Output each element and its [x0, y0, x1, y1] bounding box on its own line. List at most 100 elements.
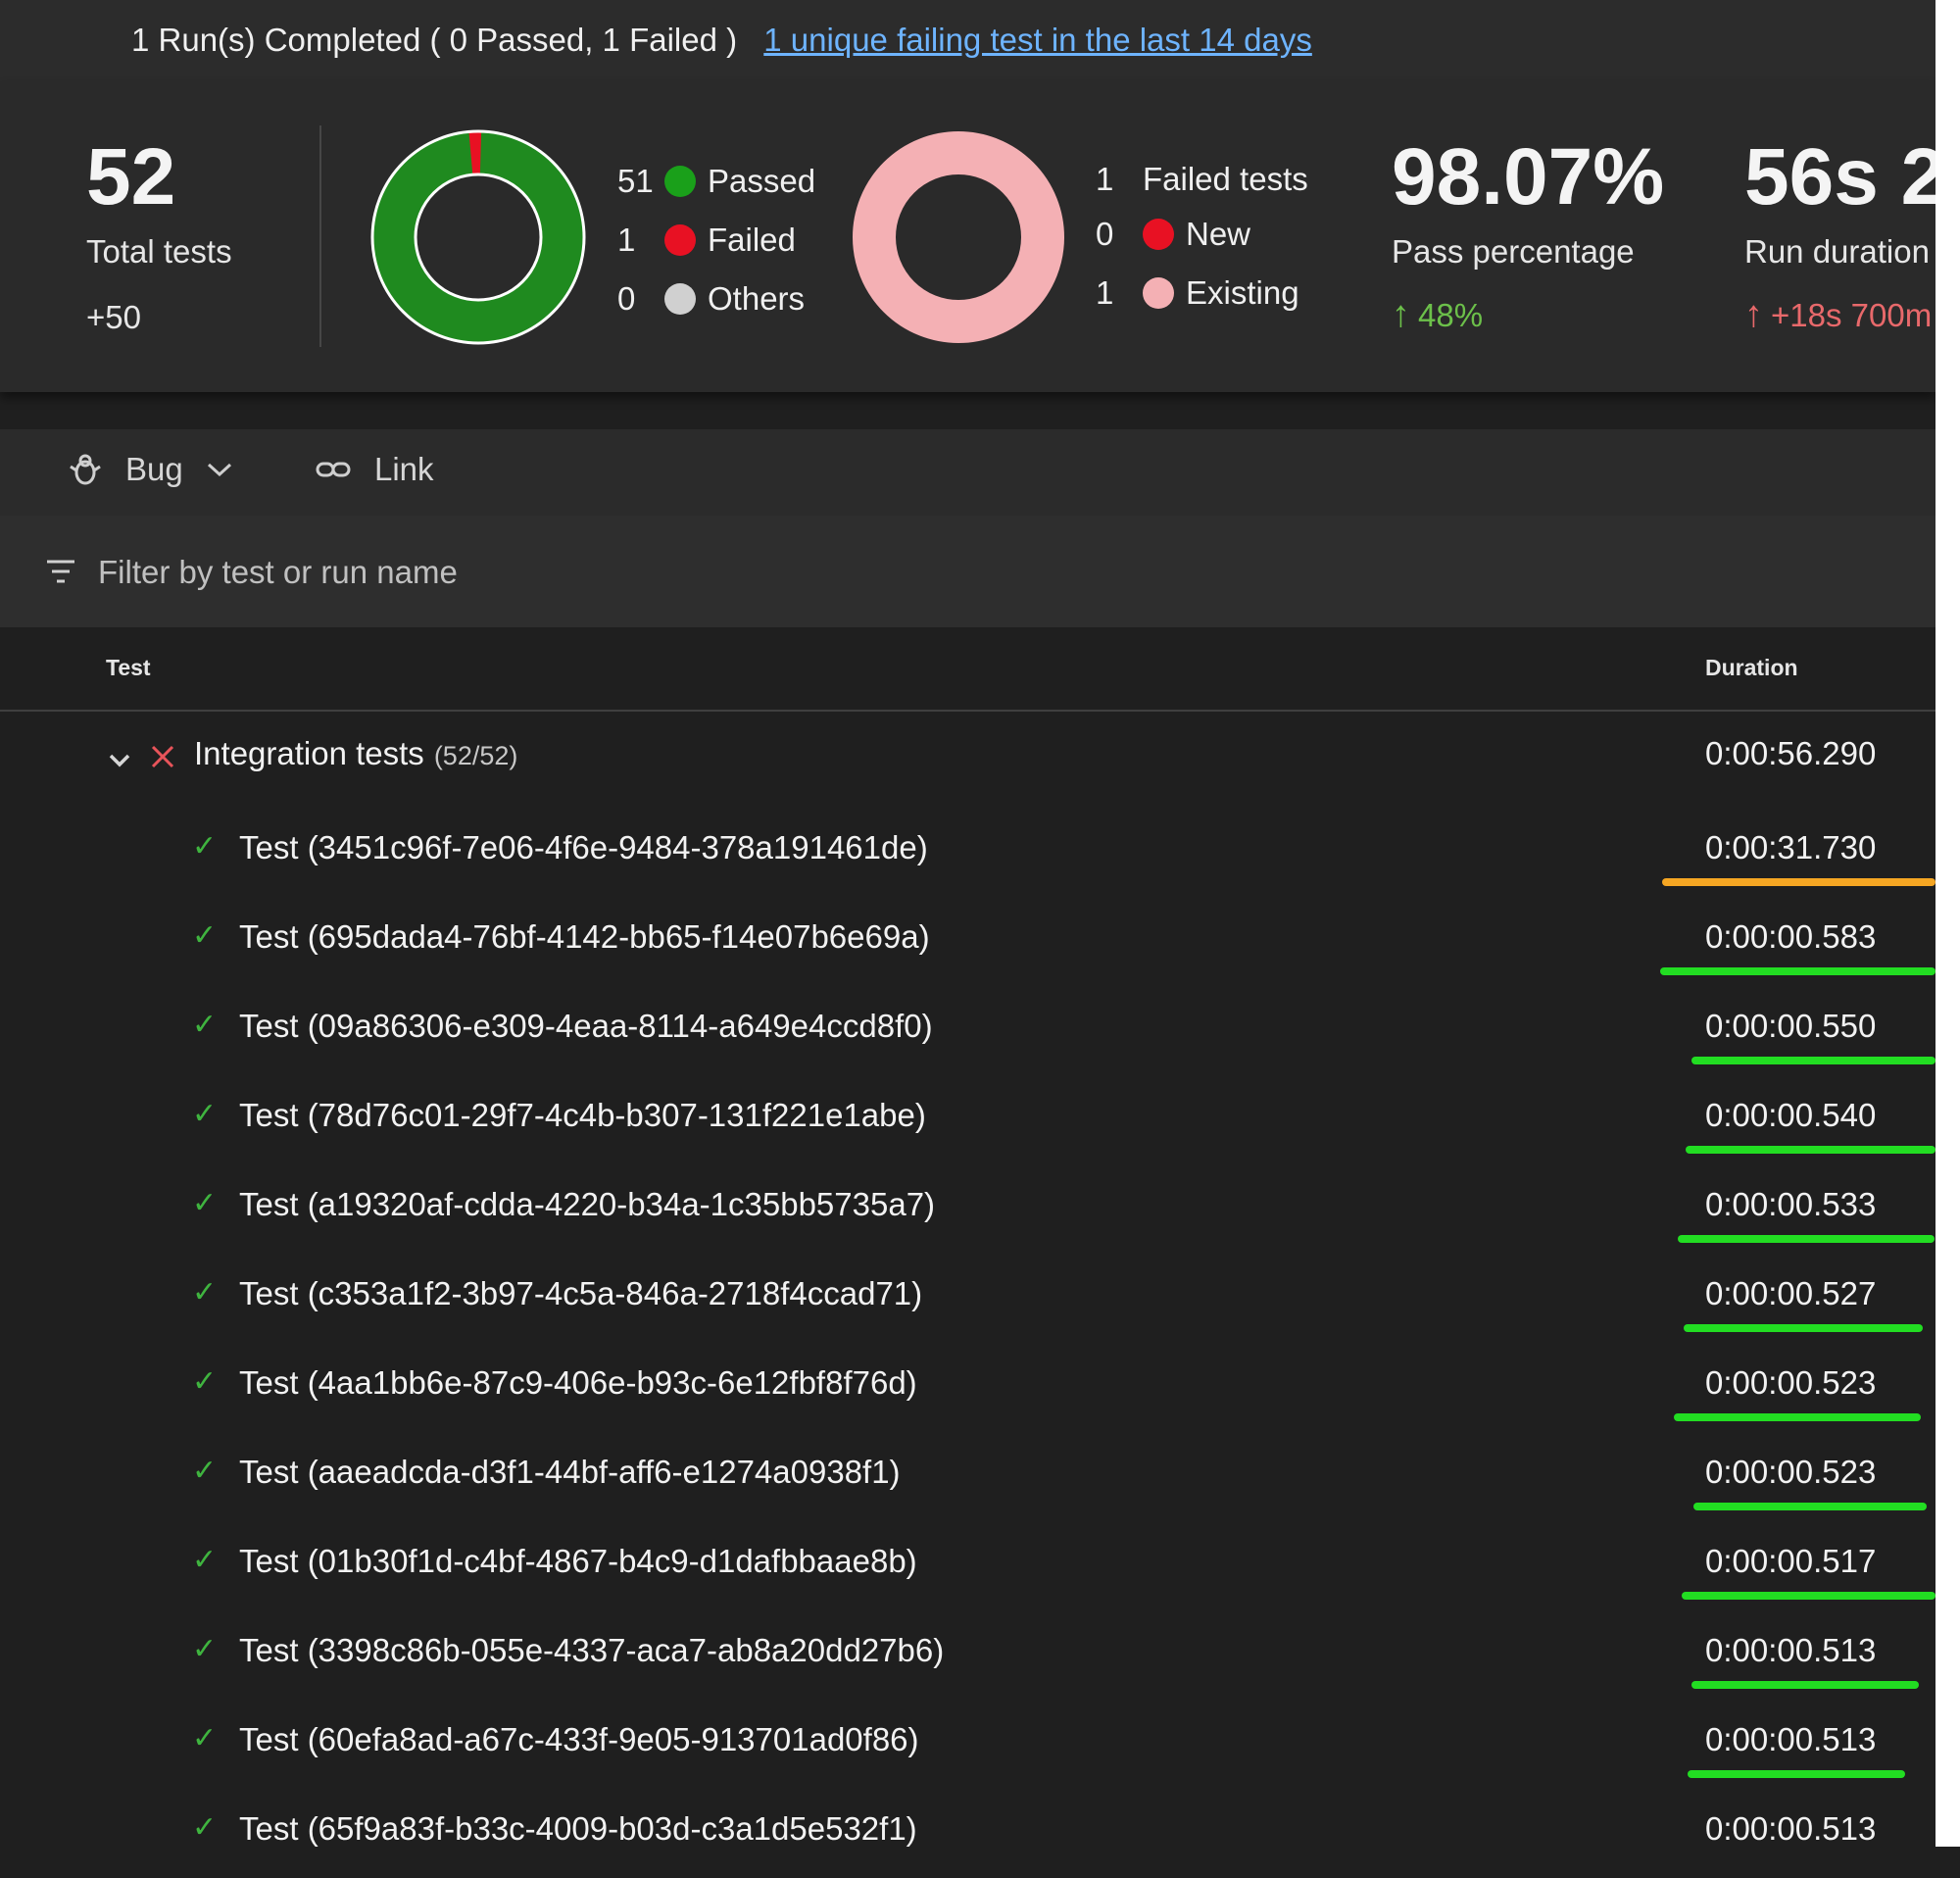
chevron-down-icon[interactable]	[106, 747, 133, 774]
legend-passed-count: 51	[617, 163, 654, 199]
pass-percentage-label: Pass percentage	[1392, 233, 1635, 270]
filter-input[interactable]	[96, 553, 982, 592]
passed-check-icon: ✓	[192, 919, 218, 952]
failed-dot-icon	[664, 224, 696, 256]
outcome-donut-inner-ring	[414, 173, 543, 302]
run-duration-trend: ↑ +18s 700m	[1744, 294, 1932, 336]
screenshot-margin	[1936, 0, 1960, 1847]
new-dot-icon	[1143, 219, 1174, 250]
test-name: Test (c353a1f2-3b97-4c5a-846a-2718f4ccad…	[239, 1275, 923, 1311]
test-name: Test (60efa8ad-a67c-433f-9e05-913701ad0f…	[239, 1721, 919, 1757]
legend-failed-tests: 1 Failed tests	[1096, 161, 1308, 198]
passed-check-icon: ✓	[192, 1098, 218, 1130]
test-row[interactable]: ✓ Test (09a86306-e309-4eaa-8114-a649e4ccd…	[0, 986, 1936, 1075]
test-name: Test (3398c86b-055e-4337-aca7-ab8a20dd27…	[239, 1632, 945, 1668]
run-duration-value: 56s 2	[1744, 132, 1936, 222]
passed-check-icon: ✓	[192, 1365, 218, 1398]
failed-donut-chart	[853, 131, 1064, 343]
test-row[interactable]: ✓ Test (01b30f1d-c4bf-4867-b4c9-d1dafbbaa…	[0, 1521, 1936, 1610]
summary-divider	[319, 125, 321, 347]
arrow-up-icon: ↑	[1744, 294, 1763, 335]
duration-highlight-mark	[1684, 1324, 1923, 1332]
filter-bar	[0, 516, 1936, 627]
legend-existing: 1 Existing	[1096, 274, 1299, 312]
passed-check-icon: ✓	[192, 1544, 218, 1576]
run-duration-card: 56s 2 Run duration ↑ +18s 700m	[1744, 127, 1936, 363]
duration-highlight-mark	[1674, 1413, 1921, 1421]
group-name: Integration tests (52/52)	[194, 735, 517, 772]
test-duration: 0:00:00.583	[1705, 918, 1877, 955]
duration-highlight-mark	[1693, 1503, 1927, 1510]
duration-highlight-mark	[1691, 1057, 1936, 1064]
legend-others-label: Others	[708, 280, 806, 317]
test-row[interactable]: ✓ Test (3451c96f-7e06-4f6e-9484-378a19146…	[0, 808, 1936, 897]
run-duration-label: Run duration	[1744, 233, 1930, 270]
test-name: Test (09a86306-e309-4eaa-8114-a649e4ccd8…	[239, 1008, 933, 1044]
header-divider	[0, 710, 1936, 712]
test-row[interactable]: ✓ Test (4aa1bb6e-87c9-406e-b93c-6e12fbf8f…	[0, 1343, 1936, 1432]
test-row[interactable]: ✓ Test (aaeadcda-d3f1-44bf-aff6-e1274a093…	[0, 1432, 1936, 1521]
legend-failed-label: Failed	[708, 222, 796, 258]
duration-highlight-mark	[1662, 878, 1936, 886]
legend-new-count: 0	[1096, 216, 1114, 252]
passed-check-icon: ✓	[192, 1276, 218, 1309]
legend-failed: 1 Failed	[617, 222, 796, 259]
existing-dot-icon	[1143, 277, 1174, 309]
test-duration: 0:00:00.513	[1705, 1632, 1877, 1668]
test-row[interactable]: ✓ Test (60efa8ad-a67c-433f-9e05-913701ad0…	[0, 1700, 1936, 1789]
test-row[interactable]: ✓ Test (78d76c01-29f7-4c4b-b307-131f221e1…	[0, 1075, 1936, 1164]
passed-check-icon: ✓	[192, 1811, 218, 1844]
passed-check-icon: ✓	[192, 1009, 218, 1041]
legend-failed-count: 1	[617, 222, 636, 258]
link-icon	[316, 462, 351, 477]
chevron-down-icon	[207, 463, 231, 477]
outcome-donut-chart	[370, 129, 586, 345]
test-name: Test (695dada4-76bf-4142-bb65-f14e07b6e6…	[239, 918, 930, 955]
link-button[interactable]: Link	[316, 451, 434, 488]
passed-check-icon: ✓	[192, 1455, 218, 1487]
legend-new: 0 New	[1096, 216, 1250, 253]
run-duration-trend-value: +18s 700m	[1771, 297, 1933, 333]
filter-icon	[47, 560, 74, 583]
test-row[interactable]: ✓ Test (65f9a83f-b33c-4009-b03d-c3a1d5e53…	[0, 1789, 1936, 1878]
test-duration: 0:00:00.517	[1705, 1543, 1877, 1579]
passed-check-icon: ✓	[192, 1633, 218, 1665]
test-row[interactable]: ✓ Test (3398c86b-055e-4337-aca7-ab8a20dd2…	[0, 1610, 1936, 1700]
test-duration: 0:00:00.527	[1705, 1275, 1877, 1311]
bug-button-label: Bug	[125, 451, 183, 487]
column-header-test[interactable]: Test	[106, 655, 151, 681]
pass-percentage-value: 98.07%	[1392, 132, 1665, 222]
run-summary-bar: 1 Run(s) Completed ( 0 Passed, 1 Failed …	[0, 0, 1936, 82]
test-name: Test (65f9a83f-b33c-4009-b03d-c3a1d5e532…	[239, 1810, 917, 1847]
bug-icon	[70, 454, 101, 485]
bug-button[interactable]: Bug	[69, 451, 234, 488]
legend-passed: 51 Passed	[617, 163, 815, 200]
column-header-duration[interactable]: Duration	[1705, 655, 1798, 681]
test-duration: 0:00:00.533	[1705, 1186, 1877, 1222]
link-button-label: Link	[374, 451, 434, 487]
test-duration: 0:00:00.523	[1705, 1364, 1877, 1401]
test-duration: 0:00:00.513	[1705, 1721, 1877, 1757]
legend-others-count: 0	[617, 280, 636, 317]
legend-failed-tests-count: 1	[1096, 161, 1114, 197]
test-name: Test (01b30f1d-c4bf-4867-b4c9-d1dafbbaae…	[239, 1543, 917, 1579]
test-name: Test (3451c96f-7e06-4f6e-9484-378a191461…	[239, 829, 928, 865]
test-name: Test (aaeadcda-d3f1-44bf-aff6-e1274a0938…	[239, 1454, 901, 1490]
legend-new-label: New	[1186, 216, 1251, 252]
group-name-text: Integration tests	[194, 735, 424, 771]
test-row[interactable]: ✓ Test (c353a1f2-3b97-4c5a-846a-2718f4cca…	[0, 1254, 1936, 1343]
unique-failing-link[interactable]: 1 unique failing test in the last 14 day…	[763, 22, 1312, 58]
pass-percentage-trend: ↑ 48%	[1392, 294, 1483, 336]
legend-existing-count: 1	[1096, 274, 1114, 311]
run-summary: 1 Run(s) Completed ( 0 Passed, 1 Failed …	[131, 22, 1312, 59]
group-duration: 0:00:56.290	[1705, 735, 1877, 771]
duration-highlight-mark	[1660, 967, 1936, 975]
passed-check-icon: ✓	[192, 1187, 218, 1219]
failed-x-icon	[151, 745, 174, 768]
test-duration: 0:00:00.550	[1705, 1008, 1877, 1044]
test-row[interactable]: ✓ Test (a19320af-cdda-4220-b34a-1c35bb573…	[0, 1164, 1936, 1254]
test-name: Test (a19320af-cdda-4220-b34a-1c35bb5735…	[239, 1186, 936, 1222]
passed-check-icon: ✓	[192, 1722, 218, 1754]
test-row[interactable]: ✓ Test (695dada4-76bf-4142-bb65-f14e07b6e…	[0, 897, 1936, 986]
total-tests-label: Total tests	[86, 233, 232, 270]
